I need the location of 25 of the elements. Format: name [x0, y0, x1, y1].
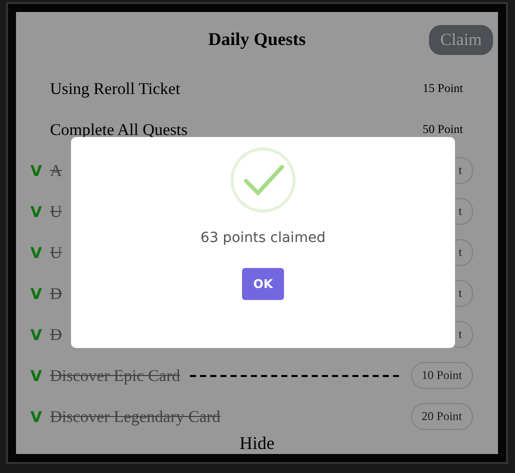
dialog-message: 63 points claimed: [200, 230, 326, 246]
quest-name: D: [50, 284, 62, 304]
panel-title: Daily Quests: [208, 28, 306, 50]
check-mark: V: [30, 162, 42, 180]
quest-name: U: [50, 242, 62, 262]
points-badge: 10 Point: [410, 362, 473, 389]
ok-button[interactable]: OK: [242, 268, 284, 300]
check-mark: V: [30, 408, 42, 426]
points-label: 15 Point: [422, 81, 464, 96]
check-mark: V: [30, 366, 42, 384]
check-mark: V: [30, 284, 42, 302]
check-mark: V: [30, 202, 42, 220]
quest-name: Complete All Quests: [50, 120, 188, 140]
quest-name: Discover Epic Card: [50, 366, 180, 386]
quest-name: U: [50, 202, 62, 222]
quest-name: D: [50, 324, 62, 344]
quest-name: Discover Legendary Card: [50, 406, 220, 426]
check-mark: V: [30, 326, 42, 344]
success-check-icon: [230, 147, 296, 213]
check-mark: V: [30, 244, 42, 262]
quest-name: Using Reroll Ticket: [50, 78, 180, 98]
hide-button[interactable]: Hide: [236, 433, 278, 454]
points-badge: 20 Point: [410, 403, 473, 430]
quest-name: A: [50, 160, 62, 180]
points-label: 50 Point: [422, 122, 464, 137]
